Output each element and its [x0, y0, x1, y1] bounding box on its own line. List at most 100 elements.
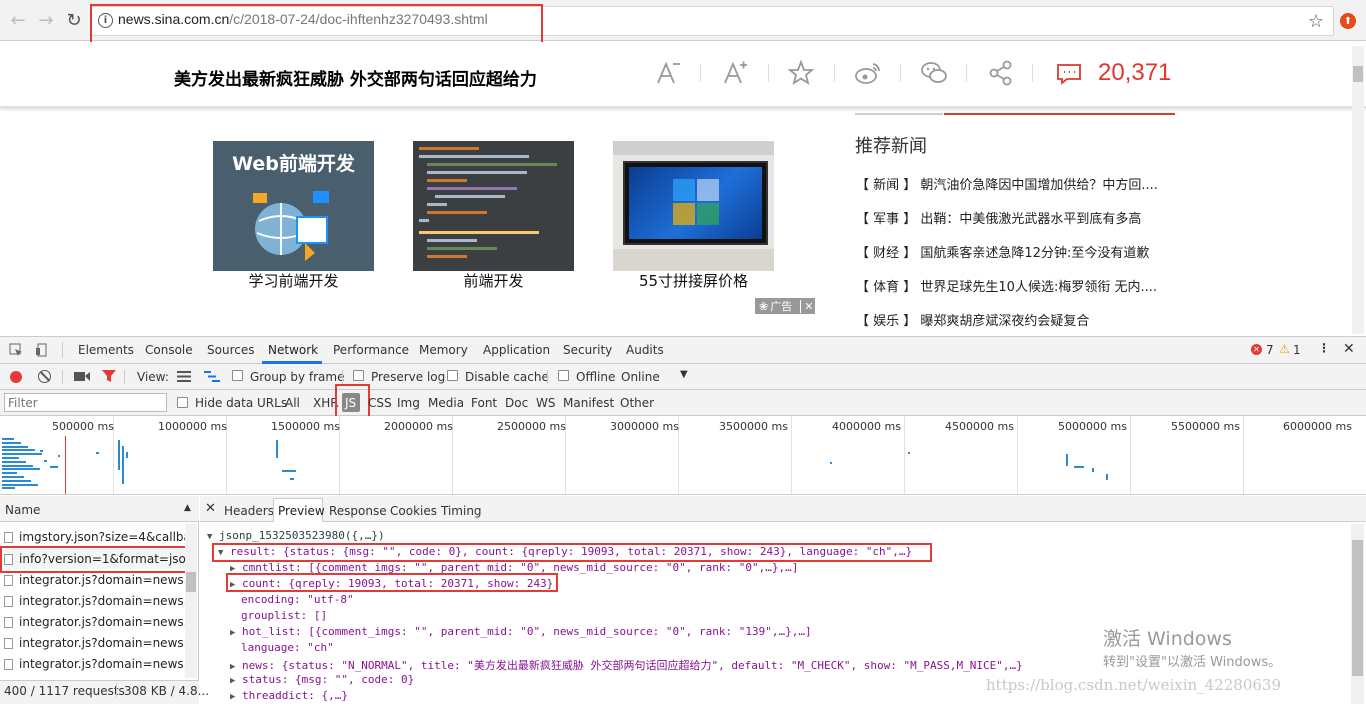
- news-text[interactable]: 曝郑爽胡彦斌深夜约会疑复合: [920, 314, 1089, 329]
- request-row[interactable]: imgstory.json?size=4&callback: [4, 527, 186, 547]
- sort-icon[interactable]: ▲: [184, 503, 191, 513]
- share-icon[interactable]: [986, 58, 1016, 88]
- collapsed-triangle-icon[interactable]: ▶: [230, 676, 235, 686]
- filter-type-xhr[interactable]: XHR: [313, 396, 339, 410]
- expanded-triangle-icon[interactable]: ▼: [207, 532, 212, 542]
- back-icon[interactable]: ←: [8, 10, 28, 31]
- clear-icon[interactable]: [38, 370, 51, 383]
- filter-type-doc[interactable]: Doc: [505, 396, 528, 410]
- preview-hot-list[interactable]: ▶ hot_list: [{comment_imgs: "", parent_m…: [230, 625, 812, 638]
- ad-badge[interactable]: ❀ 广告 ✕: [755, 298, 815, 314]
- filter-input[interactable]: [4, 393, 167, 412]
- news-text[interactable]: 世界足球先生10人候选:梅罗领衔 无内....: [920, 280, 1157, 295]
- filter-type-all[interactable]: All: [285, 396, 300, 410]
- ad-caption[interactable]: 前端开发: [413, 270, 574, 291]
- preview-count[interactable]: ▶ count: {qreply: 19093, total: 20371, s…: [230, 577, 553, 590]
- collapsed-triangle-icon[interactable]: ▶: [230, 580, 235, 590]
- group-by-frame-checkbox[interactable]: [232, 370, 243, 381]
- tab-security[interactable]: Security: [563, 343, 612, 357]
- comment-count[interactable]: 20,371: [1098, 59, 1171, 87]
- news-item[interactable]: 【 军事 】 出鞘：中美俄激光武器水平到底有多高: [856, 208, 1176, 227]
- tab-sources[interactable]: Sources: [207, 343, 254, 357]
- tab-application[interactable]: Application: [483, 343, 550, 357]
- filter-type-font[interactable]: Font: [471, 396, 497, 410]
- collapsed-triangle-icon[interactable]: ▶: [230, 662, 235, 672]
- request-row[interactable]: integrator.js?domain=news.sir: [4, 654, 186, 674]
- close-icon[interactable]: ✕: [800, 299, 813, 313]
- news-text[interactable]: 国航乘客亲述急降12分钟:至今没有道歉: [920, 246, 1149, 261]
- tab-console[interactable]: Console: [145, 343, 193, 357]
- detail-tab-response[interactable]: Response: [329, 504, 387, 518]
- collapsed-triangle-icon[interactable]: ▶: [230, 564, 235, 574]
- more-menu-icon[interactable]: ⋮: [1318, 341, 1330, 355]
- filter-icon[interactable]: [101, 369, 117, 383]
- name-column-header[interactable]: Name: [5, 503, 40, 517]
- filter-type-css[interactable]: CSS: [368, 396, 392, 410]
- preserve-log-checkbox[interactable]: [353, 370, 364, 381]
- detail-tab-timing[interactable]: Timing: [441, 504, 482, 518]
- ad-thumb-code[interactable]: [413, 141, 574, 271]
- request-row[interactable]: integrator.js?domain=news.sir: [4, 612, 186, 632]
- weibo-icon[interactable]: [853, 58, 883, 88]
- tab-elements[interactable]: Elements: [78, 343, 134, 357]
- filter-type-img[interactable]: Img: [397, 396, 420, 410]
- ad-caption[interactable]: 学习前端开发: [213, 270, 374, 291]
- info-icon[interactable]: i: [98, 13, 113, 28]
- preview-scroll-thumb[interactable]: [1352, 540, 1363, 676]
- chevron-down-icon[interactable]: ▼: [680, 369, 688, 380]
- news-item[interactable]: 【 体育 】 世界足球先生10人候选:梅罗领衔 无内....: [856, 276, 1176, 295]
- preview-threaddict[interactable]: ▶ threaddict: {,…}: [230, 689, 348, 702]
- page-scrollbar[interactable]: [1352, 46, 1364, 334]
- page-scrollbar-thumb[interactable]: [1353, 66, 1363, 82]
- reload-icon[interactable]: ↻: [64, 10, 84, 31]
- record-icon[interactable]: [10, 371, 22, 383]
- font-increase-icon[interactable]: [720, 58, 750, 88]
- wechat-icon[interactable]: [919, 58, 949, 88]
- disable-cache-checkbox[interactable]: [447, 370, 458, 381]
- tab-audits[interactable]: Audits: [626, 343, 664, 357]
- extension-icon[interactable]: ⬆: [1340, 13, 1356, 29]
- preview-status[interactable]: ▶ status: {msg: "", code: 0}: [230, 673, 414, 686]
- close-detail-icon[interactable]: ✕: [205, 501, 216, 516]
- warning-count[interactable]: 1: [1293, 343, 1301, 357]
- detail-tab-cookies[interactable]: Cookies: [390, 504, 437, 518]
- collapsed-triangle-icon[interactable]: ▶: [230, 692, 235, 702]
- filter-type-js[interactable]: JS: [345, 396, 356, 410]
- ad-caption[interactable]: 55寸拼接屏价格: [613, 270, 774, 291]
- news-item[interactable]: 【 财经 】 国航乘客亲述急降12分钟:至今没有道歉: [856, 242, 1176, 261]
- tab-performance[interactable]: Performance: [333, 343, 409, 357]
- collapsed-triangle-icon[interactable]: ▶: [230, 628, 235, 638]
- close-devtools-icon[interactable]: ✕: [1343, 341, 1355, 357]
- font-decrease-icon[interactable]: [653, 58, 683, 88]
- preview-result[interactable]: ▼ result: {status: {msg: "", code: 0}, c…: [218, 545, 912, 558]
- device-toggle-icon[interactable]: [34, 342, 50, 358]
- request-row[interactable]: integrator.js?domain=news.sir: [4, 633, 186, 653]
- preview-news[interactable]: ▶ news: {status: "N_NORMAL", title: "美方发…: [230, 657, 1023, 673]
- preview-cmntlist[interactable]: ▶ cmntlist: [{comment_imgs: "", parent_m…: [230, 561, 798, 574]
- inspect-icon[interactable]: [8, 342, 24, 358]
- hide-data-urls-checkbox[interactable]: [177, 397, 188, 408]
- camera-icon[interactable]: [74, 369, 90, 383]
- news-text[interactable]: 出鞘：中美俄激光武器水平到底有多高: [920, 212, 1141, 227]
- filter-type-manifest[interactable]: Manifest: [563, 396, 614, 410]
- list-view-icon[interactable]: [176, 369, 192, 383]
- filter-type-other[interactable]: Other: [620, 396, 654, 410]
- request-list-scroll-thumb[interactable]: [186, 572, 196, 592]
- tab-memory[interactable]: Memory: [419, 343, 468, 357]
- ad-thumb-screen[interactable]: [613, 141, 774, 271]
- detail-tab-preview[interactable]: Preview: [278, 504, 325, 518]
- throttle-select[interactable]: Online: [621, 370, 660, 384]
- filter-type-ws[interactable]: WS: [536, 396, 555, 410]
- news-item[interactable]: 【 娱乐 】 曝郑爽胡彦斌深夜约会疑复合: [856, 310, 1176, 329]
- request-row[interactable]: info?version=1&format=json...: [4, 549, 186, 569]
- expanded-triangle-icon[interactable]: ▼: [218, 548, 223, 558]
- request-list-scrollbar[interactable]: [185, 524, 197, 678]
- request-row[interactable]: integrator.js?domain=news.sir: [4, 591, 186, 611]
- news-item[interactable]: 【 新闻 】 朝汽油价急降因中国增加供给？中方回....: [856, 174, 1176, 193]
- bookmark-star-icon[interactable]: ☆: [1306, 11, 1326, 32]
- ad-thumb-web[interactable]: Web前端开发: [213, 141, 374, 271]
- filter-type-media[interactable]: Media: [428, 396, 464, 410]
- tab-network[interactable]: Network: [268, 343, 318, 357]
- comment-icon[interactable]: [1054, 58, 1084, 88]
- forward-icon[interactable]: →: [36, 10, 56, 31]
